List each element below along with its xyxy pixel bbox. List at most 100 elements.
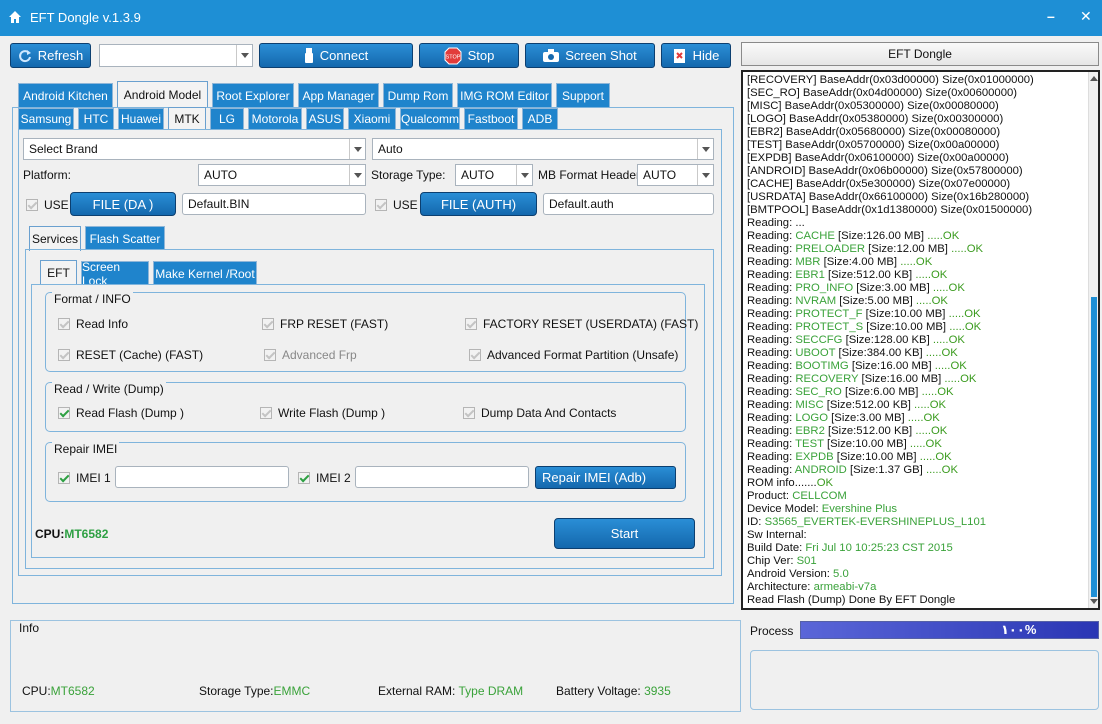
minimize-button[interactable]: – <box>1047 8 1055 24</box>
tab-android-kitchen[interactable]: Android Kitchen <box>18 83 113 107</box>
log-panel[interactable]: [RECOVERY] BaseAddr(0x03d00000) Size(0x0… <box>741 70 1100 610</box>
tab-mtk[interactable]: MTK <box>168 107 206 130</box>
tab-asus[interactable]: ASUS <box>306 108 344 129</box>
log-segment: ID: <box>747 516 765 528</box>
info-ram: External RAM: Type DRAM <box>378 684 523 698</box>
log-line: Reading: EBR1 [Size:512.00 KB] .....OK <box>747 269 1087 282</box>
write-flash-checkbox[interactable]: Write Flash (Dump ) <box>260 406 385 420</box>
reset-cache-checkbox[interactable]: RESET (Cache) (FAST) <box>58 348 203 362</box>
info-storage: Storage Type:EMMC <box>199 684 310 698</box>
platform-select[interactable]: AUTO <box>198 164 366 186</box>
hide-icon <box>673 48 685 63</box>
scroll-down-icon[interactable] <box>1090 599 1098 604</box>
imei1-checkbox[interactable]: IMEI 1 <box>58 471 111 485</box>
mb-format-value: AUTO <box>643 168 677 182</box>
write-flash-label: Write Flash (Dump ) <box>278 406 386 420</box>
info-cpu-label: CPU: <box>22 684 51 698</box>
log-scrollbar[interactable] <box>1088 72 1098 608</box>
log-segment: Reading: <box>747 399 796 411</box>
log-segment: PROTECT_S <box>795 321 864 333</box>
brand-select[interactable]: Select Brand <box>23 138 366 160</box>
info-panel <box>10 620 741 712</box>
read-flash-checkbox[interactable]: Read Flash (Dump ) <box>58 406 184 420</box>
file-da-button[interactable]: FILE (DA ) <box>70 192 176 216</box>
log-line: [CACHE] BaseAddr(0x5e300000) Size(0x07e0… <box>747 178 1087 191</box>
stop-button[interactable]: STOP Stop <box>419 43 519 68</box>
frp-reset-label: FRP RESET (FAST) <box>280 317 389 331</box>
factory-reset-checkbox[interactable]: FACTORY RESET (USERDATA) (FAST) <box>465 317 698 331</box>
tab-huawei[interactable]: Huawei <box>118 108 164 129</box>
hide-button[interactable]: Hide <box>661 43 731 68</box>
tab-root-explorer[interactable]: Root Explorer <box>212 83 294 107</box>
tab-eft[interactable]: EFT <box>40 260 77 285</box>
info-battery-label: Battery Voltage: <box>556 684 645 698</box>
use-auth-checkbox[interactable]: USE <box>375 198 418 212</box>
refresh-button[interactable]: Refresh <box>10 43 91 68</box>
repair-imei-button[interactable]: Repair IMEI (Adb) <box>535 466 676 489</box>
checkbox-box <box>298 472 310 484</box>
tab-android-model[interactable]: Android Model <box>117 81 208 107</box>
log-segment: Reading: <box>747 451 796 463</box>
tab-dump-rom[interactable]: Dump Rom <box>383 83 453 107</box>
log-segment: Fri Jul 10 10:25:23 CST 2015 <box>805 542 953 554</box>
dump-data-checkbox[interactable]: Dump Data And Contacts <box>463 406 616 420</box>
read-info-checkbox[interactable]: Read Info <box>58 317 128 331</box>
mb-format-select[interactable]: AUTO <box>637 164 714 186</box>
log-segment: .....OK <box>907 412 940 424</box>
screenshot-button[interactable]: Screen Shot <box>525 43 655 68</box>
advanced-format-checkbox[interactable]: Advanced Format Partition (Unsafe) <box>469 348 678 362</box>
tab-samsung[interactable]: Samsung <box>18 108 74 129</box>
model-select[interactable]: Auto <box>372 138 714 160</box>
port-select[interactable] <box>99 44 253 67</box>
tab-make-kernel-root[interactable]: Make Kernel /Root <box>153 261 257 285</box>
log-segment: Reading: <box>747 334 796 346</box>
tab-screen-lock[interactable]: Screen Lock <box>81 260 149 288</box>
close-button[interactable]: ✕ <box>1080 8 1092 25</box>
advanced-frp-checkbox[interactable]: Advanced Frp <box>264 348 357 362</box>
log-lines: [RECOVERY] BaseAddr(0x03d00000) Size(0x0… <box>747 74 1087 607</box>
tab-adb[interactable]: ADB <box>522 108 558 129</box>
scroll-thumb[interactable] <box>1091 297 1097 597</box>
log-segment: CACHE <box>795 230 835 242</box>
auth-file-input[interactable]: Default.auth <box>543 193 714 215</box>
log-segment: [Size:512.00 KB] <box>824 269 916 281</box>
frp-reset-checkbox[interactable]: FRP RESET (FAST) <box>262 317 388 331</box>
log-line: [MISC] BaseAddr(0x05300000) Size(0x00080… <box>747 100 1087 113</box>
info-storage-label: Storage Type: <box>199 684 274 698</box>
tab-app-manager[interactable]: App Manager <box>298 83 379 107</box>
log-segment: .....OK <box>914 399 947 411</box>
tab-flash-scatter[interactable]: Flash Scatter <box>85 226 165 250</box>
scroll-up-icon[interactable] <box>1090 76 1098 81</box>
imei2-input[interactable] <box>355 466 529 488</box>
tab-label: Xiaomi <box>353 112 391 126</box>
log-segment: [LOGO] BaseAddr(0x05380000) Size(0x00300… <box>747 113 1004 125</box>
log-line: Reading: ... <box>747 217 1087 230</box>
log-segment: [Size:1.37 GB] <box>846 464 926 476</box>
imei2-checkbox[interactable]: IMEI 2 <box>298 471 351 485</box>
tab-motorola[interactable]: Motorola <box>248 108 302 129</box>
log-segment: PRO_INFO <box>795 282 854 294</box>
checkbox-box <box>58 472 70 484</box>
log-segment: [Size:4.00 MB] <box>820 256 901 268</box>
tab-img-rom-editor[interactable]: IMG ROM Editor <box>457 83 552 107</box>
start-button[interactable]: Start <box>554 518 695 549</box>
checkbox-box <box>58 349 70 361</box>
tab-services[interactable]: Services <box>29 226 81 251</box>
file-auth-button[interactable]: FILE (AUTH) <box>420 192 537 216</box>
log-segment: Reading: <box>747 269 796 281</box>
log-line: Reading: BOOTIMG [Size:16.00 MB] .....OK <box>747 360 1087 373</box>
log-segment: [Size:126.00 MB] <box>834 230 928 242</box>
da-file-input[interactable]: Default.BIN <box>182 193 366 215</box>
log-segment: MISC <box>795 399 824 411</box>
log-line: Reading: PRO_INFO [Size:3.00 MB] .....OK <box>747 282 1087 295</box>
tab-lg[interactable]: LG <box>210 108 244 129</box>
tab-qualcomm[interactable]: Qualcomm <box>400 108 460 129</box>
imei1-input[interactable] <box>115 466 289 488</box>
tab-htc[interactable]: HTC <box>78 108 114 129</box>
storage-type-select[interactable]: AUTO <box>455 164 533 186</box>
tab-support[interactable]: Support <box>556 83 610 107</box>
connect-button[interactable]: Connect <box>259 43 413 68</box>
tab-fastboot[interactable]: Fastboot <box>464 108 518 129</box>
tab-xiaomi[interactable]: Xiaomi <box>348 108 396 129</box>
use-da-checkbox[interactable]: USE <box>26 198 69 212</box>
